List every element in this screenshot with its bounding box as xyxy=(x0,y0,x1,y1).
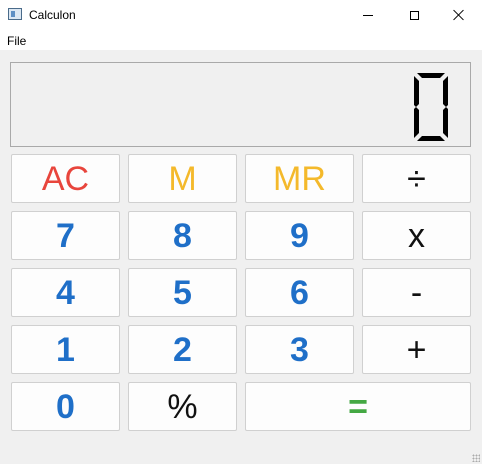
minimize-button[interactable] xyxy=(345,0,391,30)
app-icon xyxy=(8,8,22,20)
add-button[interactable]: + xyxy=(362,325,471,374)
divide-button[interactable]: ÷ xyxy=(362,154,471,203)
percent-button[interactable]: % xyxy=(128,382,237,431)
lcd-digit: 0 xyxy=(414,73,448,141)
minimize-icon xyxy=(363,14,373,16)
maximize-icon xyxy=(409,10,419,20)
subtract-button[interactable]: - xyxy=(362,268,471,317)
title-bar: Calculon xyxy=(0,0,482,30)
memory-recall-button[interactable]: MR xyxy=(245,154,354,203)
equals-button[interactable]: = xyxy=(245,382,471,431)
lcd-display: 0 xyxy=(10,62,471,147)
window-title: Calculon xyxy=(29,8,76,22)
multiply-button[interactable]: x xyxy=(362,211,471,260)
ac-button[interactable]: AC xyxy=(11,154,120,203)
digit-4-button[interactable]: 4 xyxy=(11,268,120,317)
digit-0-button[interactable]: 0 xyxy=(11,382,120,431)
menu-bar: File xyxy=(0,30,482,50)
digit-6-button[interactable]: 6 xyxy=(245,268,354,317)
menu-file[interactable]: File xyxy=(7,34,26,48)
digit-1-button[interactable]: 1 xyxy=(11,325,120,374)
maximize-button[interactable] xyxy=(391,0,437,30)
resize-grip[interactable] xyxy=(472,454,480,462)
digit-7-button[interactable]: 7 xyxy=(11,211,120,260)
close-icon xyxy=(453,9,465,21)
close-button[interactable] xyxy=(436,0,482,30)
digit-8-button[interactable]: 8 xyxy=(128,211,237,260)
digit-5-button[interactable]: 5 xyxy=(128,268,237,317)
digit-9-button[interactable]: 9 xyxy=(245,211,354,260)
digit-3-button[interactable]: 3 xyxy=(245,325,354,374)
memory-button[interactable]: M xyxy=(128,154,237,203)
digit-2-button[interactable]: 2 xyxy=(128,325,237,374)
